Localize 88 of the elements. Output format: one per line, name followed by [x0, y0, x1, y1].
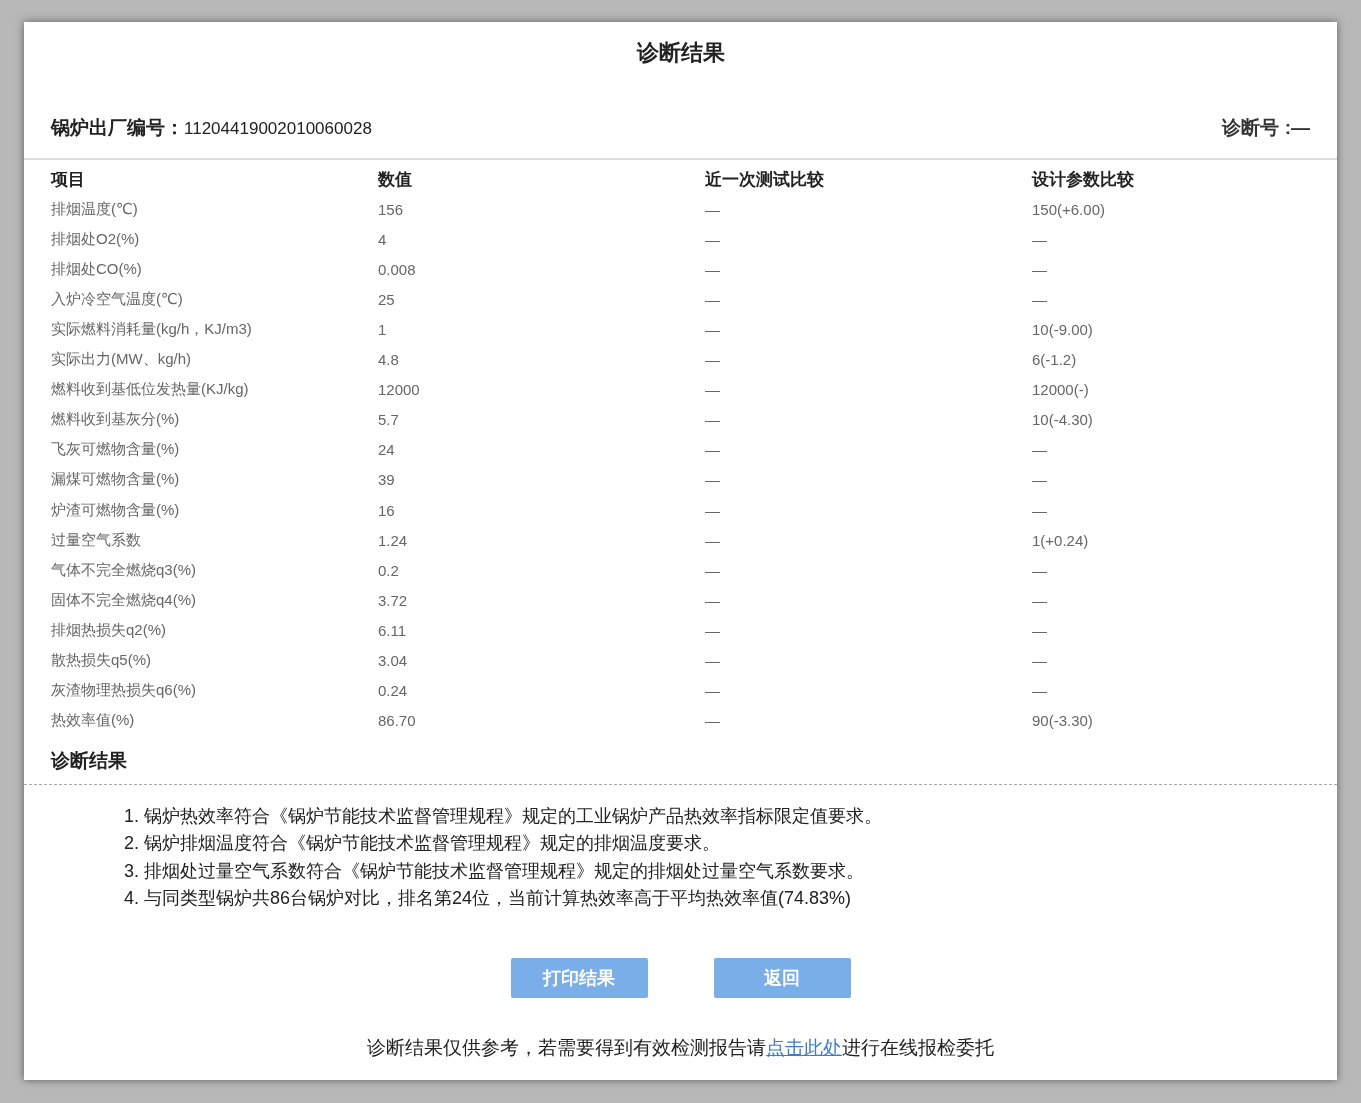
result-item: 1. 锅炉热效率符合《锅炉节能技术监督管理规程》规定的工业锅炉产品热效率指标限定值要求。 — [124, 804, 883, 828]
table-cell-text: — — [1032, 230, 1048, 248]
table-cell-text: — — [705, 321, 721, 338]
action-button[interactable]: 返回 — [713, 957, 851, 998]
column-header: 设计参数比较 — [1032, 168, 1135, 191]
table-cell-text: — — [1032, 591, 1048, 609]
table-cell-text: 39 — [378, 471, 396, 489]
table-cell-text: 0.008 — [378, 260, 417, 278]
table-cell-text: 6(-1.2) — [1032, 351, 1078, 369]
table-cell-text: 10(-9.00) — [1032, 321, 1094, 338]
table-cell-text: — — [705, 290, 721, 308]
dialog-title: 诊断结果 — [635, 39, 726, 67]
click-here-link[interactable]: 点击此处 — [766, 1036, 842, 1058]
table-cell-text: 实际燃料消耗量(kg/h，KJ/m3) — [51, 320, 253, 339]
table-cell-text: — — [705, 381, 721, 399]
diagnosis-number: 诊断号 :— — [1222, 116, 1310, 140]
table-cell-text: — — [1032, 621, 1048, 639]
table-cell-text: 炉渣可燃物含量(%) — [51, 500, 181, 520]
table-cell-text: 5.7 — [378, 411, 400, 429]
table-cell-text: 排烟处CO(%) — [51, 259, 143, 279]
table-cell-text: 0.24 — [378, 682, 409, 700]
table-cell-text: 4 — [378, 230, 388, 248]
column-header: 近一次测试比较 — [705, 168, 825, 191]
action-button[interactable]: 打印结果 — [510, 957, 648, 998]
result-item: 3. 排烟处过量空气系数符合《锅炉节能技术监督管理规程》规定的排烟处过量空气系数要求。 — [124, 859, 865, 883]
table-cell-text: 3.04 — [378, 652, 409, 670]
table-cell-text: — — [705, 200, 721, 218]
table-cell-text: 燃料收到基低位发热量(KJ/kg) — [51, 380, 250, 400]
section-heading: 诊断结果 — [49, 748, 128, 773]
table-cell-text: — — [705, 591, 721, 609]
table-cell-text: 排烟处O2(%) — [51, 229, 141, 249]
table-cell-text: 10(-4.30) — [1032, 411, 1094, 429]
table-cell-text: 3.72 — [378, 591, 409, 609]
table-cell-text: — — [705, 351, 721, 369]
table-cell-text: — — [1032, 471, 1048, 489]
table-cell-text: 12000(-) — [1032, 381, 1090, 399]
table-cell-text: 150(+6.00) — [1032, 200, 1106, 218]
table-cell-text: — — [705, 501, 721, 519]
table-cell-text: — — [705, 471, 721, 489]
footer-note: 诊断结果仅供参考，若需要得到有效检测报告请点击此处进行在线报检委托 — [366, 1035, 995, 1060]
table-cell-text: — — [1032, 501, 1048, 519]
table-cell-text: 固体不完全燃烧q4(%) — [51, 590, 197, 610]
table-cell-text: — — [705, 411, 721, 429]
table-cell-text: 1.24 — [378, 531, 409, 549]
table-cell-text: 热效率值(%) — [51, 711, 136, 731]
table-cell-text: 过量空气系数 — [51, 530, 142, 550]
table-cell-text: 1 — [378, 321, 388, 338]
table-cell-text: 16 — [378, 501, 396, 519]
table-cell-text: 6.11 — [378, 621, 408, 639]
table-cell-text: — — [705, 561, 721, 579]
table-cell-text: 1(+0.24) — [1032, 531, 1090, 549]
table-cell-text: 实际出力(MW、kg/h) — [51, 350, 192, 370]
table-cell-text: — — [705, 652, 721, 670]
table-cell-text: 12000 — [378, 381, 421, 399]
table-cell-text: 气体不完全燃烧q3(%) — [51, 560, 197, 580]
table-cell-text: — — [705, 621, 721, 639]
result-item: 2. 锅炉排烟温度符合《锅炉节能技术监督管理规程》规定的排烟温度要求。 — [124, 832, 721, 856]
table-cell-text: — — [1032, 441, 1048, 459]
table-cell-text: — — [705, 531, 721, 549]
table-cell-text: 25 — [378, 290, 396, 308]
table-cell-text: 入炉冷空气温度(℃) — [51, 289, 184, 309]
result-item: 4. 与同类型锅炉共86台锅炉对比，排名第24位，当前计算热效率高于平均热效率值(74.83%) — [124, 887, 853, 911]
table-cell-text: — — [1032, 652, 1048, 670]
table-cell-text: — — [1032, 682, 1048, 700]
table-cell-text: 0.2 — [378, 561, 400, 579]
serial-number: 锅炉出厂编号：11204419002010060028 — [51, 116, 372, 140]
table-cell-text: 飞灰可燃物含量(%) — [51, 440, 181, 460]
table-cell-text: 156 — [378, 200, 405, 218]
table-cell-text: 漏煤可燃物含量(%) — [51, 470, 181, 490]
table-cell-text: — — [705, 682, 721, 700]
table-cell-text: 排烟温度(℃) — [51, 199, 139, 219]
table-cell-text: — — [705, 260, 721, 278]
table-cell-text: — — [705, 441, 721, 459]
table-cell-text: — — [1032, 260, 1048, 278]
table-cell-text: — — [1032, 561, 1048, 579]
table-cell-text: 4.8 — [378, 351, 400, 369]
table-cell-text: — — [705, 230, 721, 248]
column-header: 项目 — [51, 168, 86, 191]
table-cell-text: — — [705, 712, 721, 730]
column-header: 数值 — [378, 168, 413, 191]
table-cell-text: 燃料收到基灰分(%) — [51, 410, 181, 430]
table-cell-text: 散热损失q5(%) — [51, 651, 152, 671]
table-cell-text: 排烟热损失q2(%) — [51, 620, 167, 640]
table-cell-text: 灰渣物理热损失q6(%) — [51, 681, 197, 701]
table-cell-text: — — [1032, 290, 1048, 308]
table-cell-text: 24 — [378, 441, 396, 459]
table-cell-text: 90(-3.30) — [1032, 712, 1094, 730]
table-cell-text: 86.70 — [378, 712, 417, 730]
